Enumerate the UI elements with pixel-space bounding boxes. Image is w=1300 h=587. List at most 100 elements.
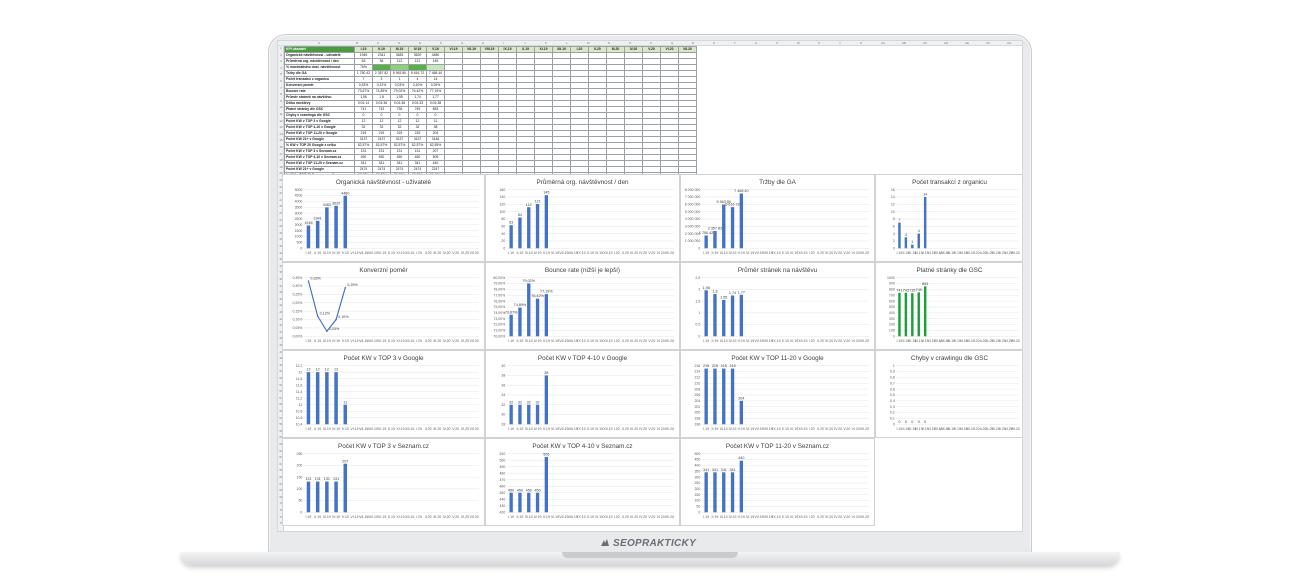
data-label: 1 750 42 — [699, 231, 713, 235]
y-tick-label: 34 — [501, 393, 505, 397]
data-label: 0 — [924, 420, 926, 424]
bar — [535, 298, 540, 337]
x-tick-label: III.20 — [825, 515, 833, 519]
data-label: 0,12% — [320, 312, 331, 316]
data-label: 79,02% — [522, 279, 535, 283]
y-tick-label: 1 — [893, 364, 895, 368]
x-tick-label: I.19 — [306, 427, 312, 431]
chart-svg: Počet KW v TOP 4-10 v Seznam.cz 420 430 440… — [499, 443, 674, 519]
y-tick-label: 510 — [499, 452, 505, 456]
x-tick-label: IX.19 — [772, 427, 780, 431]
data-label: 341 — [729, 468, 735, 472]
x-tick-label: III.19 — [720, 515, 728, 519]
x-tick-label: VII.20 — [665, 427, 674, 431]
x-tick-label: X.19 — [388, 251, 395, 255]
chart[interactable]: Počet KW v TOP 11-20 v Google 196 198 200 20… — [680, 350, 875, 438]
chart[interactable]: Počet KW v TOP 11-20 v Seznam.cz 0 50 100 15… — [680, 438, 875, 526]
x-tick-label: IV.19 — [332, 339, 340, 343]
data-label: 440 — [738, 456, 744, 460]
y-tick-label: 10,4 — [296, 422, 303, 426]
x-tick-label: X.19 — [587, 427, 594, 431]
chart[interactable]: Průměrná org. návštěvnost / den 0 20 40 60 80… — [485, 174, 680, 262]
chart[interactable]: Bounce rate (nižší je lepší) 70,00% 71,00%… — [485, 262, 680, 350]
x-tick-label: II.19 — [712, 251, 719, 255]
x-tick-label: III.20 — [630, 339, 638, 343]
data-label: 450 — [517, 488, 523, 492]
x-tick-label: II.20 — [622, 339, 629, 343]
x-tick-label: IV.20 — [443, 515, 451, 519]
x-tick-label: II.20 — [817, 339, 824, 343]
y-tick-label: 600 — [889, 299, 895, 303]
bar — [722, 204, 726, 249]
column-letter: E — [419, 41, 422, 45]
column-letter: P — [650, 41, 653, 45]
y-tick-label: 4000 — [295, 200, 303, 204]
y-tick-label: 200 — [297, 464, 303, 468]
column-letter: AG — [1007, 41, 1012, 45]
y-tick-label: 300 — [694, 475, 700, 479]
kpi-cell[interactable]: 1 750 42 — [354, 70, 373, 77]
chart[interactable]: Počet transakcí z organicu 0 2 4 6 8 10 12 14 16 I… — [875, 174, 1022, 262]
chart[interactable]: Chyby v crawlingu dle GSC 0 0,1 0,2 0,3 0,4 0,… — [875, 350, 1022, 438]
bar — [713, 231, 717, 249]
x-tick-label: III.19 — [525, 427, 533, 431]
chart[interactable]: Konverzní poměr 0,00% 0,05% 0,10% 0,15% 0,20%… — [282, 262, 485, 350]
chart[interactable]: Počet KW v TOP 4-10 v Google 28 30 32 34 36 38… — [485, 350, 680, 438]
x-tick-label: I.20 — [614, 515, 620, 519]
y-tick-label: 208 — [694, 387, 700, 391]
y-tick-label: 0,2 — [890, 411, 895, 415]
y-tick-label: 50 — [298, 499, 302, 503]
y-tick-label: 0 — [893, 334, 895, 338]
data-label: 341 — [703, 468, 709, 472]
chart-svg: Konverzní poměr 0,00% 0,05% 0,10% 0,15% 0,20%… — [292, 267, 478, 343]
bar — [544, 195, 549, 249]
kpi-cell[interactable]: 5 616 72 — [408, 70, 427, 77]
data-label: 32 — [527, 400, 531, 404]
x-tick-label: I.20 — [809, 427, 815, 431]
y-tick-label: 300 — [889, 317, 895, 321]
column-letter: I — [503, 41, 504, 45]
x-tick-label: VI.19 — [746, 427, 754, 431]
x-tick-label: V.20 — [843, 515, 850, 519]
bar — [343, 463, 348, 513]
x-tick-label: III.19 — [720, 339, 728, 343]
bar — [306, 481, 311, 513]
chart-svg: Chyby v crawlingu dle GSC00,10,20,30,40,… — [890, 355, 1020, 431]
chart[interactable]: Počet KW v TOP 3 v Google 10,4 10,6 10,8 11 1… — [282, 350, 485, 438]
data-label: 3620 — [332, 201, 340, 205]
y-tick-label: 430 — [499, 504, 505, 508]
kpi-cell[interactable]: 2 357 82 — [372, 70, 391, 77]
chart[interactable]: Tržby dle GA 0 1 000 000 2 000 000 3 000 000… — [680, 174, 875, 262]
y-tick-label: 2 — [893, 239, 895, 243]
column-letter: R — [692, 41, 695, 45]
chart-title: Tržby dle GA — [759, 179, 797, 186]
chart[interactable]: Průměr stránek na návštěvu 0 0,5 1 1,5 2 2,5 I.… — [680, 262, 875, 350]
x-tick-label: V.20 — [648, 339, 655, 343]
x-tick-label: VI.20 — [657, 339, 665, 343]
chart-svg: Tržby dle GA01 000 0002 000 0003 000 000… — [685, 179, 869, 255]
y-tick-label: 2000 — [295, 223, 303, 227]
y-tick-label: 2500 — [295, 217, 303, 221]
kpi-cell[interactable]: 7 468 40 — [426, 70, 445, 77]
y-tick-label: 200 — [694, 411, 700, 415]
y-tick-label: 250 — [694, 481, 700, 485]
x-tick-label: VI.20 — [657, 427, 665, 431]
line-point — [335, 318, 337, 321]
y-tick-label: 11,6 — [296, 383, 303, 387]
chart-title: Průměrná org. návštěvnost / den — [536, 178, 629, 186]
x-tick-label: II.19 — [517, 427, 524, 431]
x-tick-label: V.19 — [738, 427, 745, 431]
data-label: 12 — [306, 368, 310, 372]
data-label: 131 — [305, 477, 311, 481]
x-tick-label: IV.20 — [639, 427, 647, 431]
chart[interactable]: Organická návštěvnost - uživatelé 0 500 100… — [282, 174, 485, 262]
x-tick-label: VIII.19 — [368, 427, 378, 431]
bar — [315, 372, 320, 425]
data-label: 1,77 — [738, 290, 745, 294]
x-tick-label: VIII.19 — [568, 515, 578, 519]
chart[interactable]: Počet KW v TOP 4-10 v Seznam.cz 420 430 440… — [485, 438, 680, 526]
chart[interactable]: Počet KW v TOP 3 v Seznam.cz 0 50 100 150 200… — [282, 438, 485, 526]
x-tick-label: V.19 — [543, 427, 550, 431]
kpi-cell[interactable]: 5 963 80 — [390, 70, 409, 77]
chart[interactable]: Platné stránky dle GSC 0 100 200 300 400 500 60… — [875, 262, 1022, 350]
